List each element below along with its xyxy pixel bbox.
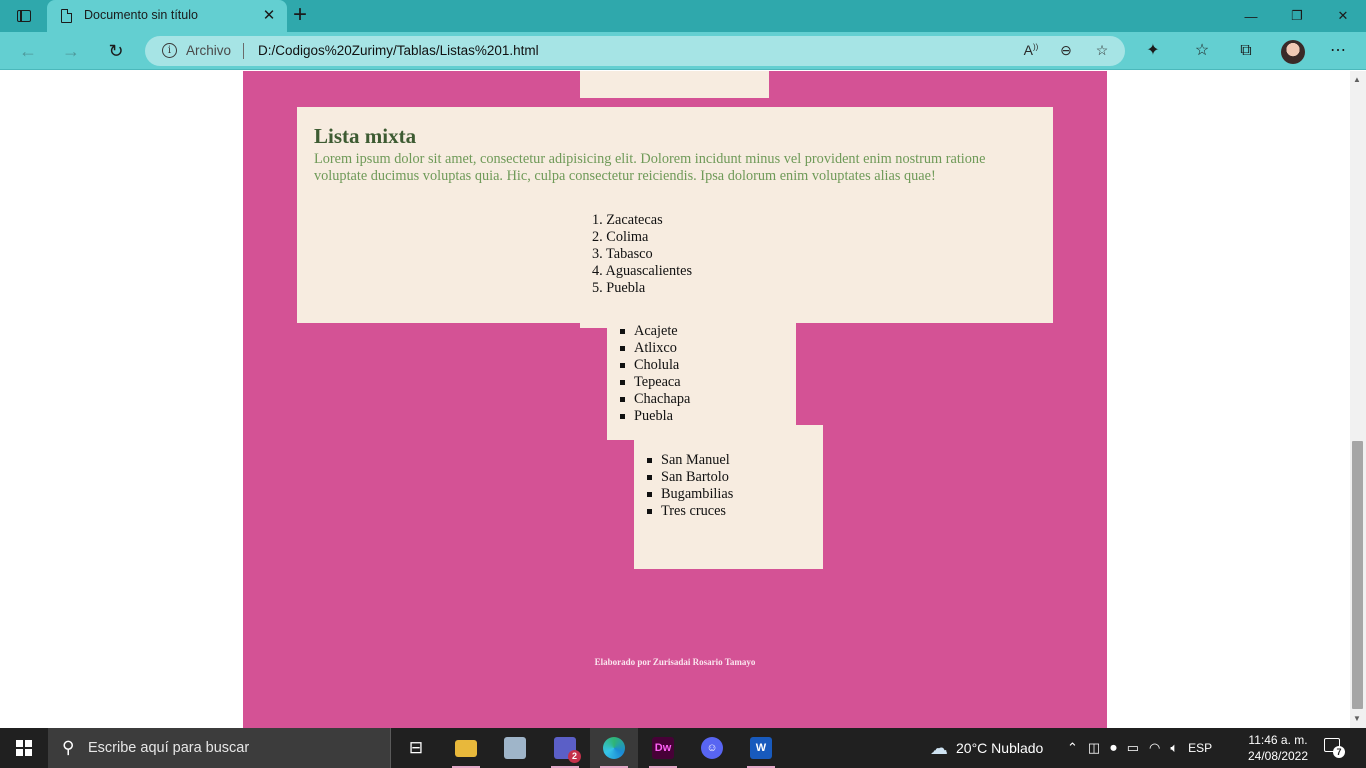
list-item: San Bartolo	[634, 469, 733, 486]
unordered-list-2: San Manuel San Bartolo Bugambilias Tres …	[634, 452, 733, 520]
page-icon	[61, 9, 72, 23]
collections-icon[interactable]: ⧉	[1235, 40, 1257, 62]
favorites-icon[interactable]: ☆	[1191, 40, 1213, 62]
nested-list-box-2: San Manuel San Bartolo Bugambilias Tres …	[634, 425, 823, 569]
tab-actions-icon	[17, 10, 31, 22]
address-scheme-label: Archivo	[186, 43, 232, 58]
list-item: 3. Tabasco	[592, 246, 653, 262]
list-item: Acajete	[607, 323, 690, 340]
system-tray: ⌃ ◫ ⏺ ▭ ◠ 🔈︎ ESP	[1067, 728, 1212, 768]
windows-logo-icon	[16, 740, 32, 756]
file-explorer-button[interactable]	[442, 728, 490, 768]
nested-list-box-1: Acajete Atlixco Cholula Tepeaca Chachapa…	[607, 323, 796, 440]
tab-close-icon[interactable]: ✕	[260, 6, 278, 24]
scroll-down-icon[interactable]: ▼	[1353, 714, 1361, 723]
snipping-tool-button[interactable]	[491, 728, 539, 768]
back-button[interactable]: ←	[15, 39, 41, 63]
scroll-up-icon[interactable]: ▲	[1353, 75, 1361, 84]
close-window-button[interactable]: ✕	[1320, 0, 1366, 32]
maximize-button[interactable]: ❐	[1274, 0, 1320, 32]
discord-icon: ☺	[701, 737, 723, 759]
read-aloud-icon[interactable]: A))	[1021, 42, 1041, 58]
search-placeholder: Escribe aquí para buscar	[88, 740, 250, 756]
scrollbar-thumb[interactable]	[1352, 441, 1363, 709]
browser-tab[interactable]: Documento sin título ✕	[47, 0, 287, 32]
dreamweaver-icon: Dw	[652, 737, 674, 759]
vertical-scrollbar[interactable]: ▲ ▼	[1350, 71, 1366, 728]
folder-icon	[455, 739, 477, 757]
start-button[interactable]	[0, 728, 48, 768]
previous-list-box	[580, 71, 769, 98]
list-item: Tres cruces	[634, 503, 733, 520]
info-icon[interactable]: i	[162, 43, 177, 58]
list-item: Puebla	[607, 408, 690, 425]
extensions-icon[interactable]: ✦	[1142, 40, 1164, 62]
microphone-icon[interactable]: ⏺	[1110, 740, 1117, 756]
list-item: 5. Puebla	[592, 280, 646, 296]
wifi-icon[interactable]: ◠	[1149, 740, 1160, 756]
new-tab-button[interactable]: +	[293, 3, 307, 27]
task-view-icon: ⊟	[408, 738, 424, 757]
section-title: Lista mixta	[314, 124, 417, 148]
windows-taskbar: ⚲ Escribe aquí para buscar ⊟ 2 Dw ☺ W ☁ …	[0, 728, 1366, 768]
taskbar-search[interactable]: ⚲ Escribe aquí para buscar	[48, 728, 391, 768]
favorite-star-icon[interactable]: ☆	[1092, 42, 1112, 59]
notification-count: 7	[1333, 746, 1345, 758]
unordered-list-1: Acajete Atlixco Cholula Tepeaca Chachapa…	[607, 323, 690, 425]
profile-avatar[interactable]	[1281, 40, 1305, 64]
list-item: San Manuel	[634, 452, 733, 469]
notification-center-button[interactable]: 7	[1322, 737, 1345, 758]
teams-button[interactable]: 2	[541, 728, 589, 768]
browser-titlebar: Documento sin título ✕ + — ❐ ✕	[0, 0, 1366, 32]
address-url[interactable]: D:/Codigos%20Zurimy/Tablas/Listas%201.ht…	[258, 43, 539, 58]
chevron-up-icon[interactable]: ⌃	[1067, 740, 1078, 756]
battery-icon[interactable]: ▭	[1127, 740, 1139, 756]
reload-button[interactable]: ↻	[103, 39, 129, 63]
tab-actions-button[interactable]	[9, 5, 39, 27]
list-item: 2. Colima	[592, 229, 649, 245]
task-view-button[interactable]: ⊟	[392, 728, 440, 768]
weather-text: 20°C Nublado	[956, 740, 1044, 756]
cloud-icon: ☁	[930, 737, 948, 758]
weather-widget[interactable]: ☁ 20°C Nublado	[930, 728, 1043, 768]
edge-icon	[603, 737, 625, 759]
teams-icon: 2	[554, 737, 581, 763]
word-icon: W	[750, 737, 772, 759]
volume-icon[interactable]: 🔈︎	[1170, 740, 1178, 756]
address-bar[interactable]: i Archivo D:/Codigos%20Zurimy/Tablas/Lis…	[145, 36, 1125, 66]
zoom-out-icon[interactable]: ⊖	[1056, 42, 1076, 59]
list-item: 1. Zacatecas	[592, 212, 663, 228]
list-item: Cholula	[607, 357, 690, 374]
page-viewport: Lista mixta Lorem ipsum dolor sit amet, …	[0, 71, 1350, 728]
section-paragraph: Lorem ipsum dolor sit amet, consectetur …	[314, 151, 986, 184]
clock-time: 11:46 a. m.	[1248, 733, 1308, 747]
page-footer: Elaborado por Zurisadai Rosario Tamayo	[594, 657, 756, 667]
list-item: 4. Aguascalientes	[592, 263, 693, 279]
browser-toolbar: ← → ↻ i Archivo D:/Codigos%20Zurimy/Tabl…	[0, 32, 1366, 70]
discord-button[interactable]: ☺	[688, 728, 736, 768]
teams-badge: 2	[568, 750, 581, 763]
address-divider	[243, 43, 244, 59]
dreamweaver-button[interactable]: Dw	[639, 728, 687, 768]
minimize-button[interactable]: —	[1228, 0, 1274, 32]
taskbar-clock[interactable]: 11:46 a. m. 24/08/2022	[1240, 732, 1316, 764]
clock-date: 24/08/2022	[1247, 749, 1309, 763]
language-indicator[interactable]: ESP	[1188, 741, 1212, 755]
list-item: Tepeaca	[607, 374, 690, 391]
list-item: Bugambilias	[634, 486, 733, 503]
snipping-tool-icon	[504, 737, 526, 759]
camera-icon[interactable]: ◫	[1088, 740, 1100, 756]
list-item: Atlixco	[607, 340, 690, 357]
word-button[interactable]: W	[737, 728, 785, 768]
edge-button[interactable]	[590, 728, 638, 768]
forward-button[interactable]: →	[58, 39, 84, 63]
tab-title: Documento sin título	[84, 8, 198, 22]
ordered-list: 1. Zacatecas 2. Colima 3. Tabasco 4. Agu…	[580, 211, 769, 328]
search-icon: ⚲	[62, 738, 75, 757]
more-menu-icon[interactable]: ⋯	[1327, 40, 1349, 62]
list-item: Chachapa	[607, 391, 690, 408]
